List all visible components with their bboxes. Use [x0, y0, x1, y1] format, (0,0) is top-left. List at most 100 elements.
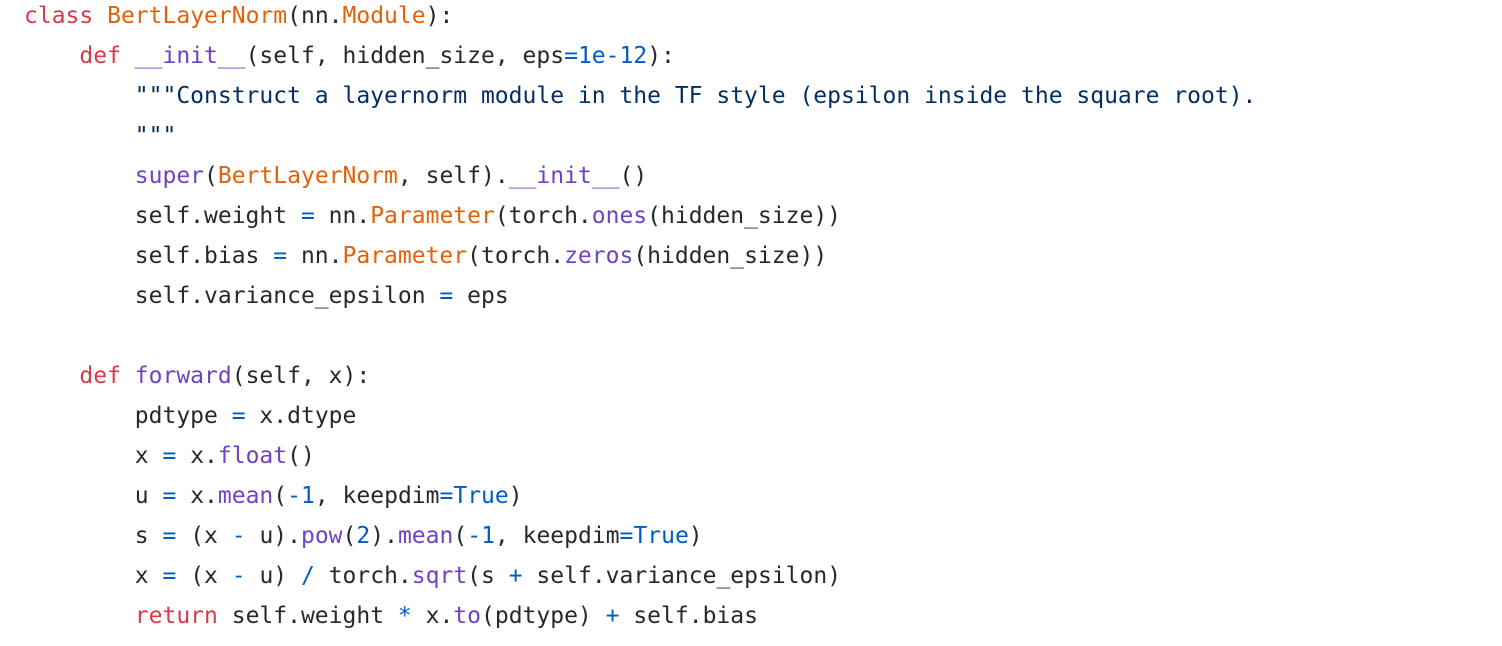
code-token-plain: (x	[176, 563, 232, 589]
code-line: def __init__(self, hidden_size, eps=1e-1…	[24, 36, 675, 76]
code-token-plain: ()	[287, 443, 315, 469]
code-token-plain: self.variance_epsilon	[24, 283, 440, 309]
code-token-plain: self.bias	[24, 243, 274, 269]
code-token-func: ones	[591, 203, 648, 229]
code-token-string: """	[134, 123, 177, 149]
code-token-magic: __init__	[508, 163, 620, 189]
code-token-op: =	[439, 283, 454, 309]
code-token-func: pow	[300, 523, 343, 549]
code-token-class: Module	[342, 3, 426, 29]
code-token-op: -	[231, 563, 246, 589]
code-token-plain: )	[508, 483, 523, 509]
code-token-op: +	[508, 563, 523, 589]
code-token-plain: (torch.	[494, 203, 592, 229]
code-token-plain: ):	[425, 3, 454, 29]
code-token-class: Parameter	[370, 203, 495, 229]
code-token-plain: (hidden_size))	[647, 203, 842, 229]
code-token-plain: u).	[245, 523, 301, 549]
code-token-op: =	[162, 563, 177, 589]
code-token-plain: x	[24, 443, 163, 469]
code-token-plain: eps	[453, 283, 509, 309]
code-token-op: -	[467, 523, 482, 549]
code-line: return self.weight * x.to(pdtype) + self…	[24, 596, 758, 636]
code-token-plain: x.	[176, 483, 218, 509]
code-line: x = (x - u) / torch.sqrt(s + self.varian…	[24, 556, 841, 596]
code-line: """Construct a layernorm module in the T…	[24, 76, 1257, 116]
code-token-op: =	[273, 243, 288, 269]
code-line: pdtype = x.dtype	[24, 396, 357, 436]
code-line: s = (x - u).pow(2).mean(-1, keepdim=True…	[24, 516, 703, 556]
code-line: """	[24, 116, 177, 156]
code-token-string: """Construct a layernorm module in the T…	[134, 83, 1257, 109]
code-token-plain: (	[273, 483, 288, 509]
code-token-op: -	[287, 483, 301, 509]
code-token-plain: x	[24, 563, 163, 589]
code-token-keyword: return	[134, 603, 218, 629]
code-line: def forward(self, x):	[24, 356, 370, 396]
code-token-plain: (	[204, 163, 218, 189]
code-token-op: =	[439, 483, 454, 509]
code-token-plain: ):	[647, 43, 675, 69]
code-token-op: =	[619, 523, 634, 549]
code-token-plain: (self, x):	[231, 363, 371, 389]
code-token-op: =	[564, 43, 578, 69]
code-token-plain: , self).	[397, 163, 509, 189]
code-token-plain: self.variance_epsilon)	[522, 563, 842, 589]
code-token-op: =	[162, 443, 177, 469]
code-token-op: +	[605, 603, 620, 629]
code-token-plain: u	[24, 483, 163, 509]
code-token-func: sqrt	[411, 563, 468, 589]
code-line: u = x.mean(-1, keepdim=True)	[24, 476, 523, 516]
code-token-plain: (x	[176, 523, 232, 549]
code-line: class BertLayerNorm(nn.Module):	[24, 0, 453, 36]
code-token-op: *	[397, 603, 412, 629]
code-token-plain: ()	[619, 163, 648, 189]
code-line: super(BertLayerNorm, self).__init__()	[24, 156, 647, 196]
code-token-plain: (self, hidden_size, eps	[245, 43, 565, 69]
code-token-plain: (s	[467, 563, 509, 589]
code-token-plain: (	[453, 523, 468, 549]
code-token-class: BertLayerNorm	[217, 163, 398, 189]
code-token-plain: pdtype	[24, 403, 232, 429]
code-token-plain: ).	[370, 523, 398, 549]
code-token-number: 2	[356, 523, 371, 549]
code-token-number: True	[453, 483, 509, 509]
code-token-plain: (hidden_size))	[633, 243, 828, 269]
code-token-op: -	[231, 523, 246, 549]
code-token-number: 1	[481, 523, 495, 549]
code-token-number: True	[633, 523, 689, 549]
code-token-plain: , keepdim	[494, 523, 620, 549]
code-token-plain: (nn.	[287, 3, 343, 29]
code-token-keyword: class	[24, 3, 94, 29]
code-token-plain: (	[342, 523, 357, 549]
code-line: x = x.float()	[24, 436, 315, 476]
code-token-plain: nn.	[287, 243, 343, 269]
code-token-func: mean	[397, 523, 454, 549]
code-token-plain: )	[688, 523, 703, 549]
code-line: self.bias = nn.Parameter(torch.zeros(hid…	[24, 236, 827, 276]
code-token-keyword: def	[79, 43, 121, 69]
code-token-plain: self.weight	[24, 203, 301, 229]
code-token-plain: x.dtype	[245, 403, 357, 429]
code-token-class: Parameter	[342, 243, 468, 269]
code-token-plain: x.	[176, 443, 218, 469]
code-token-keyword: def	[79, 363, 121, 389]
code-token-op: =	[300, 203, 315, 229]
code-token-plain: x.	[411, 603, 454, 629]
code-token-class: BertLayerNorm	[107, 3, 288, 29]
code-token-op: =	[162, 523, 177, 549]
code-token-number: 1	[301, 483, 315, 509]
code-token-plain: nn.	[314, 203, 371, 229]
code-token-plain: self.bias	[619, 603, 758, 629]
code-token-op: =	[162, 483, 177, 509]
code-token-plain: (pdtype)	[481, 603, 606, 629]
